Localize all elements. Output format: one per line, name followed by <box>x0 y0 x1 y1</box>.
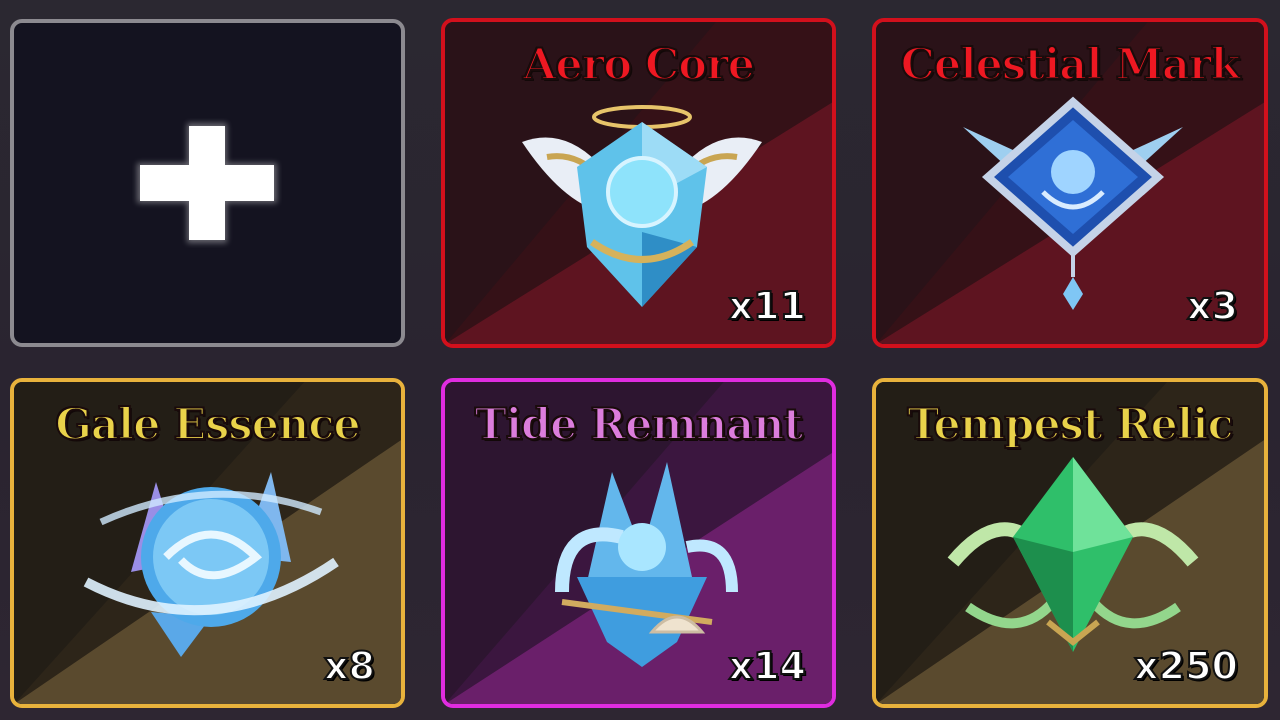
add-item-slot[interactable] <box>10 19 405 347</box>
item-quantity: x3 <box>1186 283 1239 329</box>
item-quantity: x11 <box>728 283 807 329</box>
inventory-grid: Aero Core x11 Celestial Mark x3 Gale Ess… <box>0 0 1280 720</box>
item-slot-gale-essence[interactable]: Gale Essence x8 <box>10 378 405 708</box>
swirling-crystal-orb-icon <box>71 442 351 672</box>
item-slot-aero-core[interactable]: Aero Core x11 <box>441 18 836 348</box>
diamond-sigil-icon <box>933 82 1213 312</box>
item-slot-tempest-relic[interactable]: Tempest Relic x250 <box>872 378 1268 708</box>
item-quantity: x8 <box>323 643 376 689</box>
plus-icon <box>132 118 282 248</box>
item-quantity: x250 <box>1133 643 1239 689</box>
item-slot-celestial-mark[interactable]: Celestial Mark x3 <box>872 18 1268 348</box>
winged-crystal-emblem-icon <box>502 82 782 312</box>
wave-crystal-shell-icon <box>502 442 782 672</box>
item-quantity: x14 <box>728 643 807 689</box>
item-slot-tide-remnant[interactable]: Tide Remnant x14 <box>441 378 836 708</box>
green-wind-crystal-icon <box>933 442 1213 672</box>
